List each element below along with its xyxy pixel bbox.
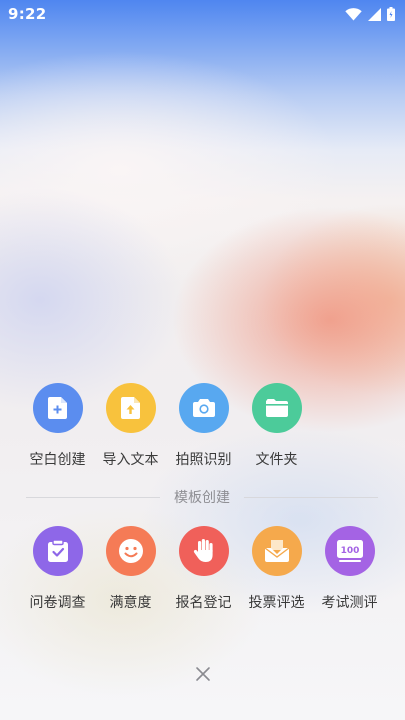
import-text-icon-circle	[105, 383, 156, 433]
folder-icon	[265, 399, 288, 417]
clipboard-check-icon	[47, 539, 68, 562]
camera-icon	[192, 399, 215, 417]
divider-line-right	[244, 496, 378, 498]
template-satisfaction-button[interactable]: 满意度	[94, 526, 167, 612]
template-registration-label: 报名登记	[175, 595, 232, 611]
exam-score-badge: 100	[340, 546, 359, 556]
status-icons	[345, 7, 395, 21]
satisfaction-icon-circle	[105, 526, 156, 576]
template-voting-button[interactable]: 投票评选	[240, 526, 313, 612]
smiley-face-icon	[118, 539, 143, 563]
template-section-divider: 模板创建	[26, 487, 378, 507]
blank-create-button[interactable]: 空白创建	[21, 383, 94, 469]
import-text-label: 导入文本	[102, 452, 159, 468]
signal-icon	[368, 7, 381, 21]
battery-icon	[387, 7, 395, 21]
template-exam-button[interactable]: 100 考试测评	[313, 526, 386, 612]
status-time: 9:22	[8, 5, 47, 23]
divider-line-left	[26, 496, 160, 498]
wifi-icon	[345, 7, 362, 20]
template-voting-label: 投票评选	[248, 595, 305, 611]
close-icon	[196, 667, 210, 681]
photo-recognize-icon-circle	[178, 383, 229, 433]
blank-create-label: 空白创建	[29, 452, 86, 468]
status-bar: 9:22	[0, 0, 405, 28]
template-exam-label: 考试测评	[321, 595, 378, 611]
template-survey-button[interactable]: 问卷调查	[21, 526, 94, 612]
blank-create-icon-circle	[32, 383, 83, 433]
exam-score-icon: 100	[336, 540, 363, 562]
folder-button[interactable]: 文件夹	[240, 383, 313, 469]
exam-icon-circle: 100	[324, 526, 375, 576]
folder-icon-circle	[251, 383, 302, 433]
survey-icon-circle	[32, 526, 83, 576]
quick-create-row: 空白创建 导入文本 拍照识别 文件夹	[21, 383, 386, 469]
import-text-button[interactable]: 导入文本	[94, 383, 167, 469]
voting-icon-circle	[251, 526, 302, 576]
template-registration-button[interactable]: 报名登记	[167, 526, 240, 612]
template-survey-label: 问卷调查	[29, 595, 86, 611]
folder-label: 文件夹	[255, 452, 298, 468]
import-document-upload-icon	[120, 397, 140, 419]
photo-recognize-button[interactable]: 拍照识别	[167, 383, 240, 469]
raised-hand-icon	[193, 539, 213, 562]
photo-recognize-label: 拍照识别	[175, 452, 232, 468]
blank-document-plus-icon	[47, 397, 67, 419]
templates-row: 问卷调查 满意度 报名登记 投票评选 100 考试测评	[21, 526, 386, 612]
registration-icon-circle	[178, 526, 229, 576]
ballot-box-icon	[264, 540, 289, 562]
template-section-title: 模板创建	[174, 490, 230, 506]
template-satisfaction-label: 满意度	[109, 595, 152, 611]
close-button[interactable]	[193, 664, 213, 684]
